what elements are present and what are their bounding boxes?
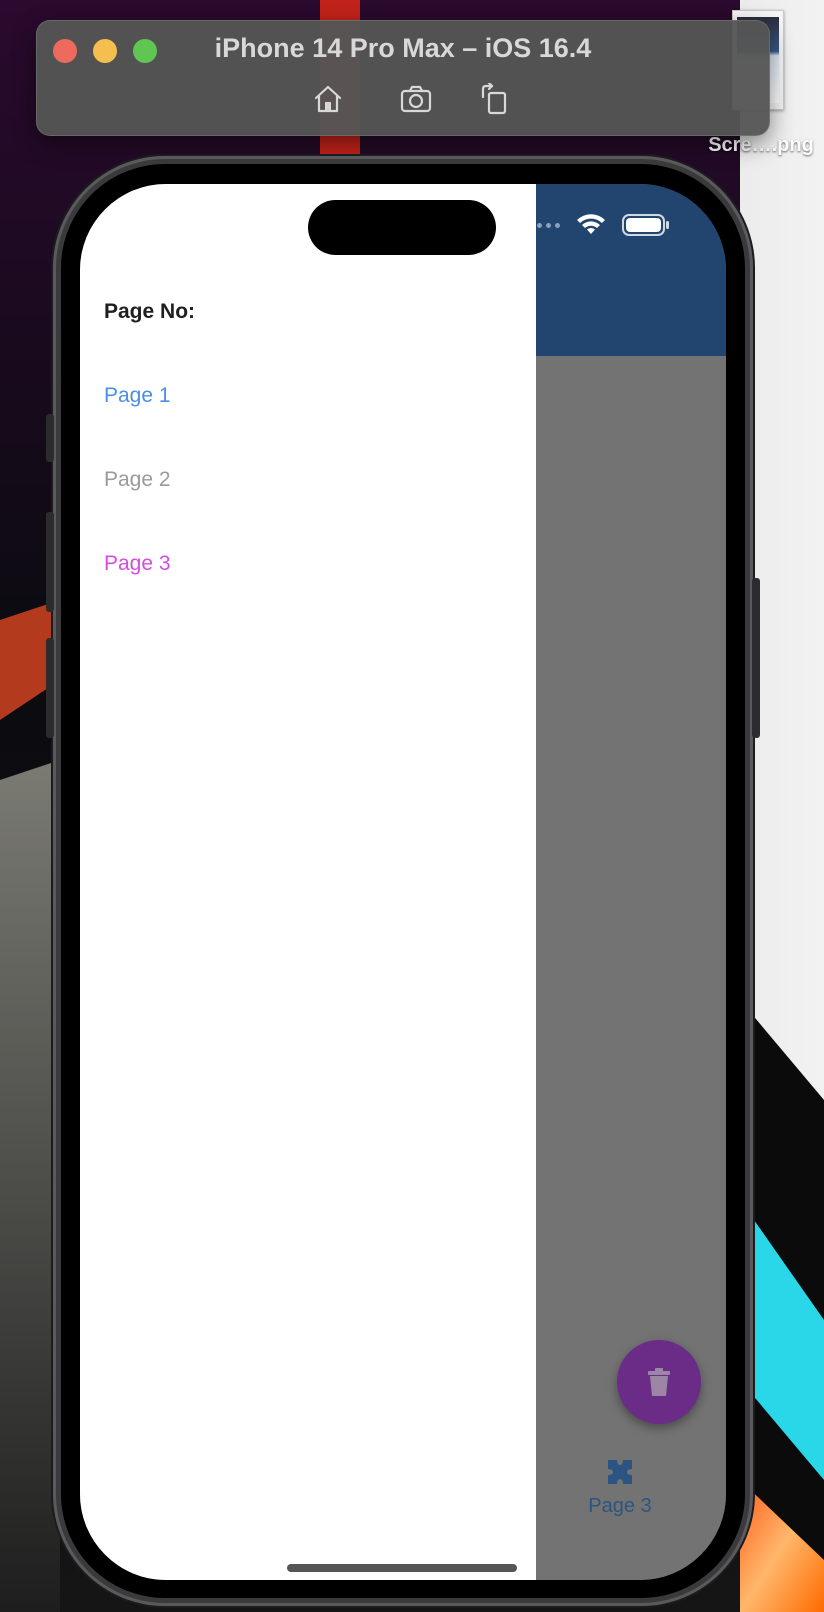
file-label: Scre….png [708,134,814,156]
navigation-drawer: Page No: Page 1 Page 2 Page 3 [80,184,536,1580]
power-button[interactable] [752,578,760,738]
drawer-item-page-3[interactable]: Page 3 [104,552,171,576]
camera-icon [400,85,432,113]
home-icon [314,85,342,113]
trash-icon [648,1368,670,1396]
simulator-window: iPhone 14 Pro Max – iOS 16.4 [36,20,770,136]
battery-icon [622,214,669,236]
wifi-icon [577,214,605,234]
bottom-nav-label: Page 3 [588,1495,652,1517]
home-indicator[interactable] [287,1564,517,1572]
dynamic-island [308,200,496,255]
home-button[interactable] [308,79,348,119]
drawer-header: Page No: [104,300,196,323]
delete-fab[interactable] [617,1340,701,1424]
drawer-item-page-1[interactable]: Page 1 [104,384,171,408]
bottom-nav-item[interactable]: Page 3 [560,1458,680,1518]
drawer-item-page-2[interactable]: Page 2 [104,468,171,492]
volume-up-button[interactable] [46,512,54,612]
rotate-button[interactable] [474,79,514,119]
rotate-icon [481,83,507,115]
volume-down-button[interactable] [46,638,54,738]
screenshot-button[interactable] [396,79,436,119]
status-bar [528,214,670,236]
simulator-title: iPhone 14 Pro Max – iOS 16.4 [214,33,592,63]
puzzle-icon [608,1460,632,1484]
action-button[interactable] [46,414,54,462]
phone-screen: Page 3 Page No: Page 1 Page 2 Page 3 [80,184,726,1580]
